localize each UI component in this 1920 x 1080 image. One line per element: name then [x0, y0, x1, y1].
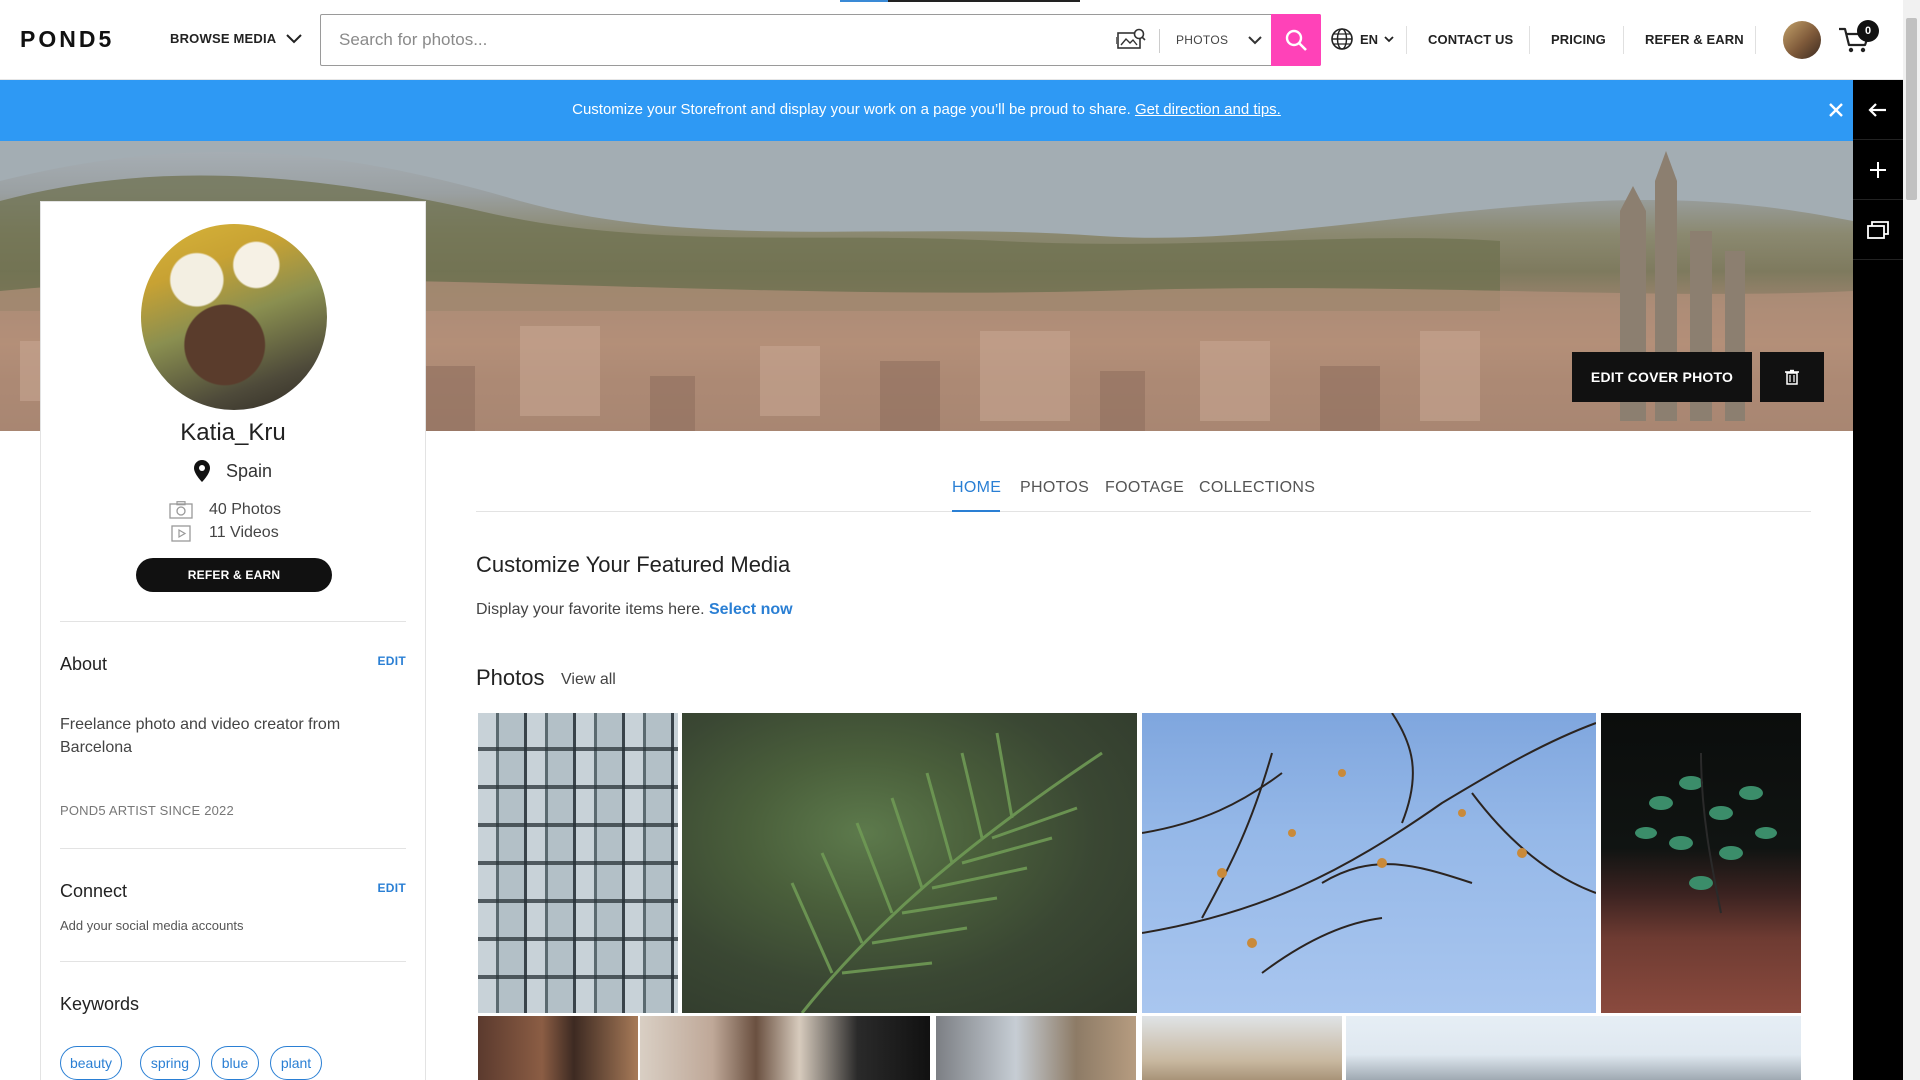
user-avatar[interactable]: [1783, 21, 1821, 59]
browse-media-menu[interactable]: BROWSE MEDIA: [170, 31, 303, 46]
visual-search-icon[interactable]: [1116, 27, 1146, 53]
media-type-select[interactable]: PHOTOS: [1171, 15, 1281, 65]
search-icon: [1285, 29, 1307, 51]
plus-icon: [1870, 161, 1886, 178]
window-icon: [1867, 220, 1889, 239]
about-text: Freelance photo and video creator from B…: [60, 716, 341, 756]
trash-icon: [1785, 369, 1799, 385]
photo-thumbnail[interactable]: [1142, 713, 1596, 1013]
tab-footage[interactable]: FOOTAGE: [1105, 479, 1184, 497]
keyword-chip-plant[interactable]: plant: [270, 1046, 322, 1080]
photo-thumbnail[interactable]: [682, 713, 1137, 1013]
tab-collections[interactable]: COLLECTIONS: [1199, 479, 1315, 497]
videos-count[interactable]: 11 Videos: [209, 524, 279, 542]
keywords-title: Keywords: [60, 994, 140, 1014]
profile-username: Katia_Kru: [180, 419, 286, 446]
storefront-tabs: HOME PHOTOS FOOTAGE COLLECTIONS: [476, 476, 1811, 512]
active-tab-indicator: [952, 510, 1000, 512]
connect-title: Connect: [60, 881, 128, 901]
chevron-down-icon: [1248, 35, 1262, 44]
location-label: Spain: [225, 460, 273, 481]
about-title: About: [60, 654, 108, 674]
keyword-chip-beauty[interactable]: beauty: [60, 1046, 122, 1080]
top-header: POND5 BROWSE MEDIA PHOTOS EN CONTACT US …: [0, 0, 1903, 80]
photo-thumbnail[interactable]: [478, 1016, 638, 1080]
search-bar: PHOTOS: [320, 14, 1321, 66]
language-selector[interactable]: EN: [1330, 27, 1394, 51]
media-type-label: PHOTOS: [1176, 33, 1229, 47]
connect-subtitle: Add your social media accounts: [60, 918, 244, 933]
profile-stats: 40 Photos 11 Videos: [169, 498, 281, 544]
select-now-link[interactable]: Select now: [709, 601, 793, 618]
photo-thumbnail[interactable]: [1346, 1016, 1801, 1080]
tab-photos[interactable]: PHOTOS: [1020, 479, 1089, 497]
chevron-down-icon: [1384, 35, 1394, 42]
chevron-down-icon: [286, 33, 303, 43]
photo-thumbnail[interactable]: [478, 713, 678, 1013]
globe-icon: [1331, 28, 1353, 50]
banner-text: Customize your Storefront and display yo…: [572, 101, 1131, 118]
location-pin-icon: [193, 460, 210, 482]
right-side-rail: [1853, 80, 1903, 1080]
cart-count-badge: 0: [1857, 20, 1879, 42]
camera-icon: [169, 500, 193, 519]
search-input[interactable]: [339, 29, 1099, 51]
photo-thumbnail[interactable]: [936, 1016, 1136, 1080]
loading-bar: [840, 0, 1080, 2]
refer-earn-button[interactable]: REFER & EARN: [136, 558, 332, 592]
rail-add-button[interactable]: [1853, 140, 1903, 200]
search-button[interactable]: [1271, 14, 1321, 66]
banner-tips-link[interactable]: Get direction and tips.: [1135, 101, 1281, 118]
photo-thumbnail[interactable]: [640, 1016, 930, 1080]
pond5-logo[interactable]: POND5: [20, 26, 114, 53]
photo-thumbnail[interactable]: [1601, 713, 1801, 1013]
language-label: EN: [1360, 31, 1379, 47]
about-edit-link[interactable]: EDIT: [377, 654, 406, 668]
scrollbar-thumb[interactable]: [1906, 18, 1917, 200]
profile-location: Spain: [41, 460, 425, 482]
video-icon: [171, 524, 191, 542]
contact-us-link[interactable]: CONTACT US: [1428, 32, 1513, 47]
keyword-chip-spring[interactable]: spring: [140, 1046, 200, 1080]
delete-cover-button[interactable]: [1760, 352, 1824, 402]
keyword-chip-blue[interactable]: blue: [211, 1046, 259, 1080]
photo-thumbnail[interactable]: [1142, 1016, 1342, 1080]
rail-back-button[interactable]: [1853, 80, 1903, 140]
view-all-link[interactable]: View all: [561, 671, 616, 689]
featured-media-subtitle: Display your favorite items here. Select…: [476, 601, 793, 619]
connect-edit-link[interactable]: EDIT: [377, 881, 406, 895]
rail-window-button[interactable]: [1853, 200, 1903, 260]
banner-message: Customize your Storefront and display yo…: [0, 101, 1853, 118]
profile-card: Katia_Kru Spain 40 Photos 11 Videos REFE…: [40, 201, 426, 1080]
featured-media-text: Display your favorite items here.: [476, 601, 705, 618]
arrow-left-icon: [1868, 102, 1886, 117]
featured-media-title: Customize Your Featured Media: [476, 552, 791, 577]
artist-since: POND5 ARTIST SINCE 2022: [60, 803, 234, 818]
refer-earn-link[interactable]: REFER & EARN: [1645, 32, 1744, 47]
profile-avatar[interactable]: [141, 224, 327, 410]
storefront-banner: Customize your Storefront and display yo…: [0, 80, 1853, 141]
edit-cover-photo-button[interactable]: EDIT COVER PHOTO: [1572, 352, 1752, 402]
tab-home[interactable]: HOME: [952, 479, 1001, 497]
photos-count[interactable]: 40 Photos: [209, 501, 281, 519]
browse-media-label: BROWSE MEDIA: [170, 31, 277, 46]
close-icon[interactable]: [1826, 100, 1846, 120]
pricing-link[interactable]: PRICING: [1551, 32, 1606, 47]
photos-section-title: Photos: [476, 665, 545, 690]
